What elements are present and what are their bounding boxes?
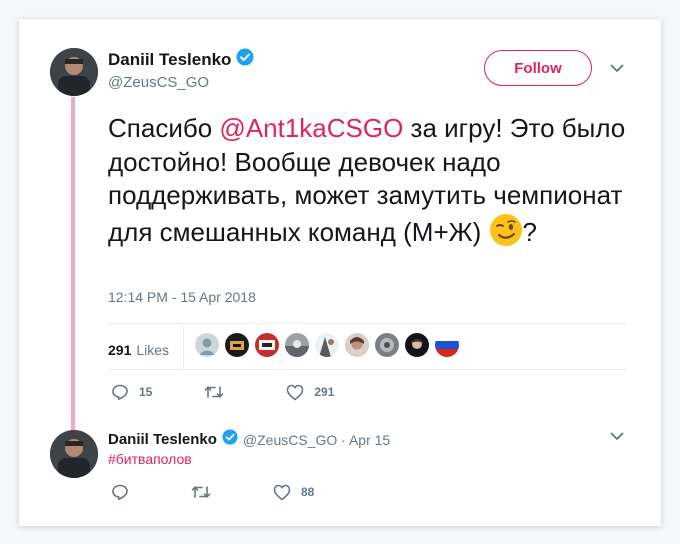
reply-action[interactable]: 15 bbox=[111, 383, 152, 401]
like-action[interactable]: 88 bbox=[273, 484, 314, 501]
follow-button[interactable]: Follow bbox=[484, 50, 592, 86]
reply-icon bbox=[112, 384, 128, 400]
verified-badge-icon bbox=[236, 48, 254, 71]
divider-top bbox=[108, 323, 626, 324]
liker-avatar[interactable] bbox=[315, 333, 339, 357]
liker-avatar[interactable] bbox=[255, 333, 279, 357]
author-name[interactable]: Daniil Teslenko bbox=[108, 50, 231, 70]
chevron-down-icon[interactable] bbox=[610, 64, 624, 73]
author-avatar[interactable] bbox=[50, 48, 98, 96]
likes-label[interactable]: Likes bbox=[136, 342, 169, 358]
reply-tweet-actions: 88 bbox=[111, 483, 366, 501]
reply-author-row[interactable]: Daniil Teslenko @ZeusCS_GO · Apr 15 bbox=[108, 429, 390, 450]
reply-count: 15 bbox=[139, 385, 153, 399]
likes-separator bbox=[183, 325, 184, 369]
divider-bottom bbox=[108, 369, 626, 370]
tweet-card: Daniil Teslenko @ZeusCS_GO Follow Спасиб… bbox=[19, 19, 661, 526]
heart-icon bbox=[273, 484, 291, 500]
reply-action[interactable] bbox=[111, 483, 139, 501]
author-handle[interactable]: @ZeusCS_GO bbox=[108, 74, 209, 91]
like-action[interactable]: 291 bbox=[286, 384, 334, 401]
tweet-text-end: ? bbox=[522, 216, 537, 247]
liker-avatar[interactable] bbox=[405, 333, 429, 357]
reply-handle-date[interactable]: @ZeusCS_GO · Apr 15 bbox=[243, 432, 390, 448]
like-count: 88 bbox=[301, 485, 315, 499]
tweet-text-start: Спасибо bbox=[108, 113, 220, 143]
like-count: 291 bbox=[314, 385, 335, 399]
thread-connector-line bbox=[71, 97, 75, 437]
reply-icon bbox=[112, 484, 128, 500]
mention-link[interactable]: @Ant1kaCSGO bbox=[219, 113, 403, 143]
tweet-timestamp[interactable]: 12:14 PM - 15 Apr 2018 bbox=[108, 289, 256, 305]
likes-summary[interactable]: 291 Likes bbox=[108, 331, 169, 369]
retweet-action[interactable] bbox=[204, 383, 234, 401]
hashtag-link[interactable]: #битваполов bbox=[108, 451, 192, 467]
tweet-text: Спасибо @Ant1kaCSGO за игру! Это было до… bbox=[108, 112, 628, 255]
likes-count[interactable]: 291 bbox=[108, 342, 131, 358]
liker-avatar[interactable] bbox=[345, 333, 369, 357]
liker-avatar[interactable] bbox=[375, 333, 399, 357]
reply-author-name[interactable]: Daniil Teslenko bbox=[108, 431, 217, 448]
liker-avatars bbox=[195, 333, 459, 357]
liker-avatar[interactable] bbox=[435, 333, 459, 357]
liker-avatar[interactable] bbox=[195, 333, 219, 357]
retweet-action[interactable] bbox=[191, 483, 221, 501]
retweet-icon bbox=[205, 386, 224, 398]
liker-avatar[interactable] bbox=[225, 333, 249, 357]
chevron-down-icon[interactable] bbox=[610, 432, 624, 441]
main-tweet-actions: 15 291 bbox=[111, 383, 386, 401]
winking-face-emoji bbox=[489, 213, 523, 256]
retweet-icon bbox=[191, 486, 211, 498]
reply-author-avatar[interactable] bbox=[50, 430, 98, 478]
verified-badge-icon bbox=[222, 429, 238, 450]
author-name-row[interactable]: Daniil Teslenko bbox=[108, 48, 254, 71]
heart-icon bbox=[287, 384, 304, 400]
liker-avatar[interactable] bbox=[285, 333, 309, 357]
